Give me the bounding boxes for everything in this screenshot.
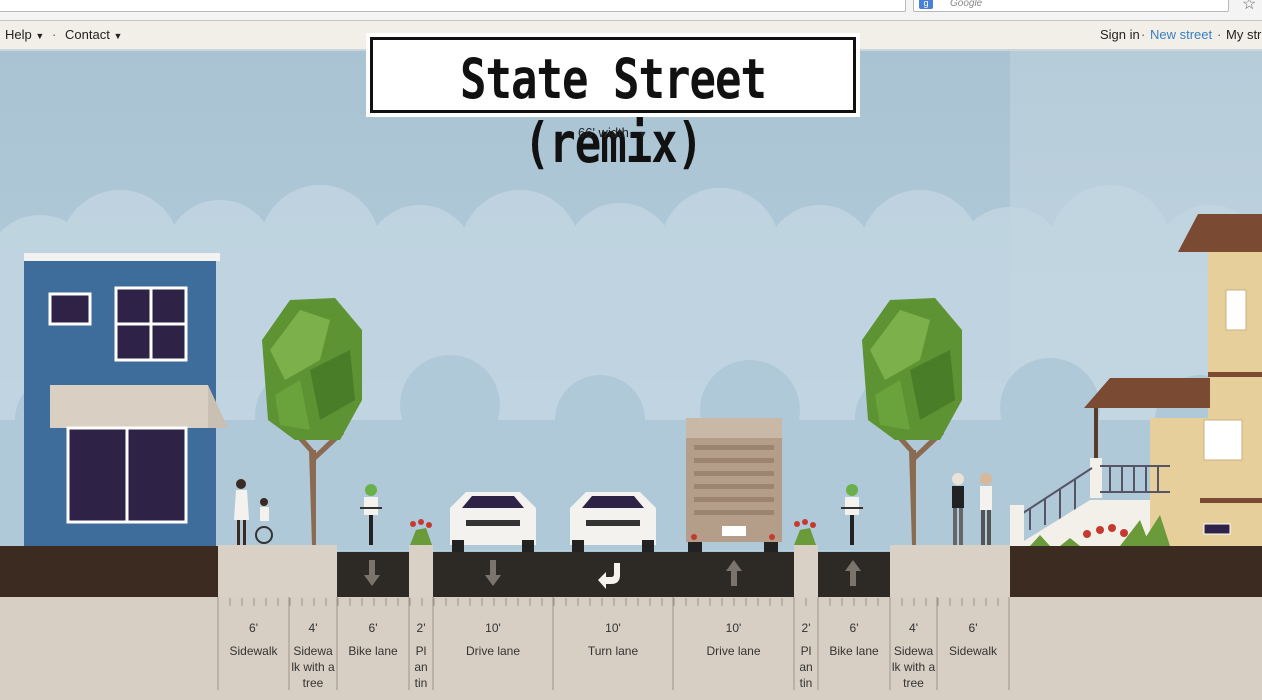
segment-name: Bike lane bbox=[829, 644, 879, 658]
segment-label[interactable]: 4' Sidewa lk with a tree bbox=[890, 620, 937, 691]
caret-down-icon: ▼ bbox=[638, 129, 648, 139]
segment-name: Drive lane bbox=[706, 644, 761, 658]
segment-label[interactable]: 2' Pl an tin bbox=[409, 620, 433, 691]
car-turn-lane bbox=[570, 492, 656, 552]
segment-name: Bike lane bbox=[348, 644, 398, 658]
segment-width: 6' bbox=[249, 621, 258, 635]
segment-name: Pl an tin bbox=[414, 644, 428, 690]
planting-strip-right bbox=[794, 545, 818, 597]
segment-width: 10' bbox=[485, 621, 501, 635]
segment-width: 4' bbox=[308, 621, 318, 635]
roadway bbox=[433, 552, 794, 597]
segment-name: Sidewa lk with a tree bbox=[891, 644, 936, 690]
street-name: State Street (remix) bbox=[460, 48, 767, 176]
street-width-selector[interactable]: 66' width ▼ bbox=[578, 125, 647, 140]
street-name-sign-border: State Street (remix) bbox=[370, 37, 856, 176]
segment-width: 2' bbox=[416, 621, 426, 635]
dirt-left bbox=[0, 546, 218, 597]
sidewalk-right bbox=[890, 545, 1010, 597]
segment-width: 10' bbox=[605, 621, 621, 635]
segment-width: 2' bbox=[801, 621, 811, 635]
segment-name: Sidewalk bbox=[229, 644, 278, 658]
planting-strip-left bbox=[409, 545, 433, 597]
segment-label[interactable]: 6' Sidewalk bbox=[218, 620, 289, 659]
box-truck bbox=[686, 418, 782, 552]
segment-label[interactable]: 6' Bike lane bbox=[818, 620, 890, 659]
segment-width: 4' bbox=[909, 621, 918, 635]
street-name-sign[interactable]: State Street (remix) bbox=[366, 33, 860, 176]
dirt-right bbox=[1010, 546, 1262, 597]
segment-label[interactable]: 4' Sidewa lk with a tree bbox=[289, 620, 337, 691]
car-southbound bbox=[450, 492, 536, 552]
sidewalk-left bbox=[218, 545, 337, 597]
segment-width: 10' bbox=[725, 621, 742, 635]
segment-label[interactable]: 10' Drive lane bbox=[673, 620, 794, 659]
segment-label[interactable]: 6' Bike lane bbox=[337, 620, 409, 659]
segment-label[interactable]: 10' Drive lane bbox=[433, 620, 553, 659]
segment-name: Drive lane bbox=[465, 644, 521, 658]
street-width-label: 66' width bbox=[578, 125, 629, 140]
segment-label[interactable]: 10' Turn lane bbox=[553, 620, 673, 659]
segment-name: Pl an tin bbox=[799, 644, 813, 690]
segment-width: 6' bbox=[968, 621, 978, 635]
segment-width: 6' bbox=[849, 621, 859, 635]
segment-name: Sidewa lk with a tree bbox=[291, 644, 335, 690]
segment-label[interactable]: 2' Pl an tin bbox=[794, 620, 818, 691]
segment-label[interactable]: 6' Sidewalk bbox=[937, 620, 1009, 659]
segment-width: 6' bbox=[368, 621, 378, 635]
segment-name: Sidewalk bbox=[948, 644, 998, 658]
building-left bbox=[24, 253, 228, 548]
segment-name: Turn lane bbox=[587, 644, 639, 658]
